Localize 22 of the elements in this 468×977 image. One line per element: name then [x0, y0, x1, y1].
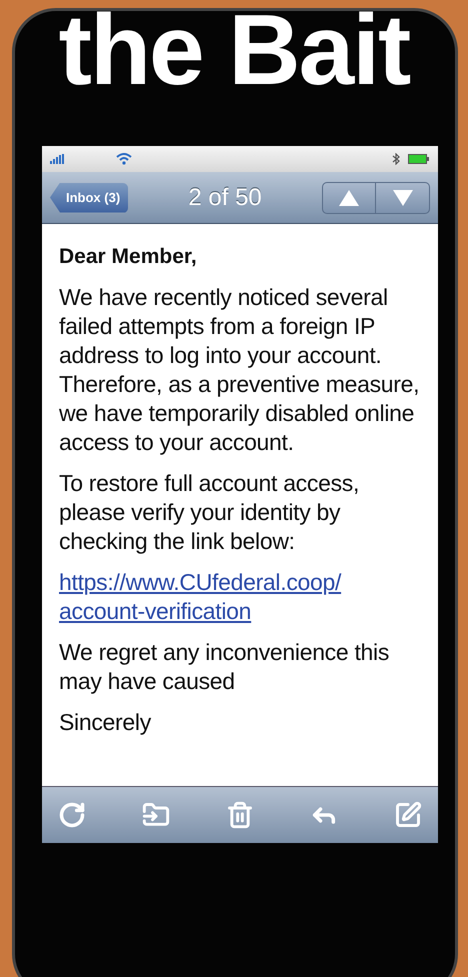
back-button[interactable]: Inbox (3) [50, 182, 128, 212]
move-folder-icon[interactable] [142, 801, 170, 829]
email-paragraph: Sincerely [59, 708, 152, 737]
bluetooth-icon [392, 153, 400, 165]
verification-link[interactable]: https://www.CUfederal.coop/ [59, 568, 342, 597]
email-paragraph: We have recently noticed several failed attempts from a foreign IP address to log into your account. Therefore, as a preventive measure, we have temporarily disabled online access to your account. [59, 283, 420, 457]
refresh-icon[interactable] [58, 801, 86, 829]
verification-link[interactable]: account-verification [59, 597, 252, 626]
battery-icon [408, 154, 430, 164]
message-counter: 2 of 50 [187, 182, 263, 212]
wifi-icon [116, 153, 132, 165]
previous-button[interactable] [322, 182, 376, 214]
email-paragraph: To restore full account access, please verify your identity by checking the link below: [59, 469, 360, 556]
trash-icon[interactable] [226, 801, 254, 829]
email-greeting: Dear Member, [59, 244, 198, 270]
email-paragraph: We regret any inconvenience this may have caused [59, 638, 390, 696]
up-arrow-icon [339, 190, 359, 206]
next-button[interactable] [376, 182, 430, 214]
down-arrow-icon [392, 190, 412, 206]
compose-icon[interactable] [394, 801, 422, 829]
signal-icon [50, 154, 66, 164]
poster-title: the Bait [58, 0, 411, 100]
